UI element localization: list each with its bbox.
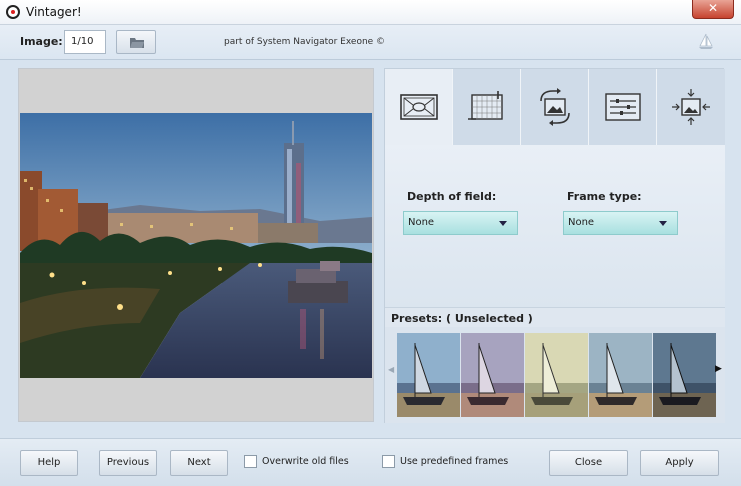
depth-of-field-label: Depth of field: — [407, 190, 497, 203]
presets-label: Presets: ( Unselected ) — [391, 312, 533, 325]
vignette-icon — [400, 94, 438, 120]
app-logo-icon — [6, 5, 20, 19]
previous-button[interactable]: Previous — [99, 450, 157, 476]
help-button[interactable]: Help — [20, 450, 78, 476]
frame-type-dropdown[interactable]: None — [563, 211, 678, 235]
depth-of-field-dropdown[interactable]: None — [403, 211, 518, 235]
presets-next-icon[interactable]: ▶ — [715, 364, 722, 374]
preset-thumbnail[interactable] — [461, 333, 524, 417]
credit-text: part of System Navigator Exeone © — [224, 37, 386, 47]
chevron-down-icon — [499, 221, 507, 226]
frame-type-value: None — [568, 217, 595, 228]
apply-button[interactable]: Apply — [640, 450, 719, 476]
image-label: Image: — [20, 35, 63, 48]
options-panel: Depth of field: None Frame type: None Pr… — [384, 68, 725, 423]
image-index-value: 1/10 — [71, 36, 94, 47]
effect-tabs — [385, 69, 725, 145]
presets-header: Presets: ( Unselected ) — [385, 307, 725, 327]
frame-type-label: Frame type: — [567, 190, 642, 203]
predefined-frames-label: Use predefined frames — [400, 456, 509, 467]
tab-adjust[interactable] — [589, 69, 657, 145]
preset-thumbnail[interactable] — [397, 333, 460, 417]
open-folder-button[interactable] — [116, 30, 156, 54]
rotate-image-icon — [540, 88, 570, 126]
tab-vignette[interactable] — [385, 69, 453, 145]
overwrite-checkbox[interactable] — [244, 455, 257, 468]
settings-area: Depth of field: None Frame type: None — [385, 145, 725, 307]
next-button[interactable]: Next — [170, 450, 228, 476]
tab-resize[interactable] — [657, 69, 725, 145]
presets-strip: ◀ ▶ — [385, 327, 725, 423]
sailboat-logo-icon — [699, 33, 713, 49]
resize-image-icon — [672, 89, 710, 125]
preset-thumbnail[interactable] — [525, 333, 588, 417]
crop-frame-icon — [468, 91, 503, 120]
preset-thumbnail[interactable] — [653, 333, 716, 417]
preview-photo — [20, 113, 372, 378]
predefined-frames-checkbox[interactable] — [382, 455, 395, 468]
chevron-down-icon — [659, 221, 667, 226]
toolbar: Image: 1/10 part of System Navigator Exe… — [0, 25, 741, 60]
presets-prev-icon[interactable]: ◀ — [388, 365, 394, 374]
image-preview-panel — [18, 68, 374, 422]
image-index-field[interactable]: 1/10 — [64, 30, 106, 54]
tab-frame[interactable] — [453, 69, 521, 145]
folder-icon — [130, 38, 144, 48]
adjust-sliders-icon — [605, 93, 641, 121]
bottom-bar: Help Previous Next Overwrite old files U… — [0, 438, 741, 486]
window-close-button[interactable]: ✕ — [692, 0, 734, 19]
preset-thumbnail[interactable] — [589, 333, 652, 417]
close-button[interactable]: Close — [549, 450, 628, 476]
depth-of-field-value: None — [408, 217, 435, 228]
tab-rotate[interactable] — [521, 69, 589, 145]
overwrite-label: Overwrite old files — [262, 456, 349, 467]
window-title: Vintager! — [26, 5, 82, 19]
title-bar: Vintager! ✕ — [0, 0, 741, 25]
